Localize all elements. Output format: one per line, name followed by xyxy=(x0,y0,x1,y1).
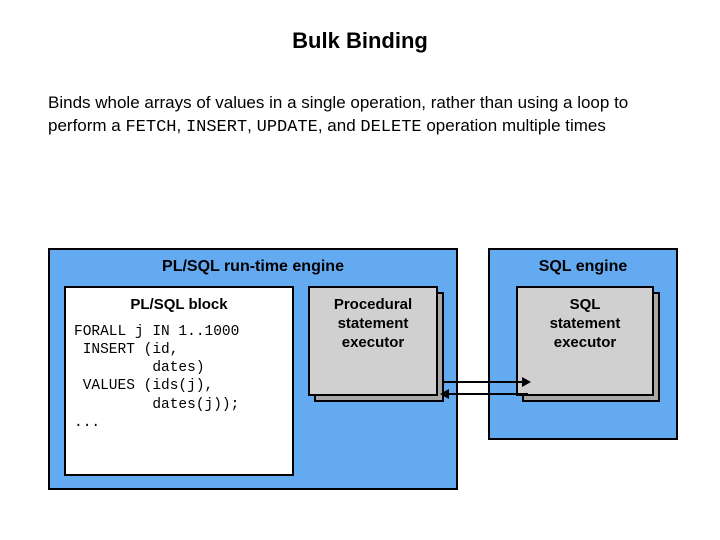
exec-line: statement xyxy=(310,315,436,334)
exec-line: SQL xyxy=(518,296,652,315)
plsql-block-title: PL/SQL block xyxy=(74,296,284,323)
sql-engine-box: SQL engine SQL statement executor xyxy=(488,248,678,440)
desc-part: operation multiple times xyxy=(422,116,606,135)
exec-line: executor xyxy=(310,334,436,353)
procedural-executor-label: Procedural statement executor xyxy=(308,286,438,396)
plsql-code-block: PL/SQL block FORALL j IN 1..1000 INSERT … xyxy=(64,286,294,476)
keyword-delete: DELETE xyxy=(360,118,421,137)
arrow-left-icon xyxy=(448,393,528,395)
exec-line: executor xyxy=(518,334,652,353)
sql-engine-title: SQL engine xyxy=(490,250,676,282)
plsql-code: FORALL j IN 1..1000 INSERT (id, dates) V… xyxy=(74,323,284,432)
keyword-insert: INSERT xyxy=(186,118,247,137)
exec-line: Procedural xyxy=(310,296,436,315)
keyword-update: UPDATE xyxy=(257,118,318,137)
desc-part: , and xyxy=(318,116,361,135)
bidirectional-arrows xyxy=(443,378,533,408)
plsql-engine-title: PL/SQL run-time engine xyxy=(50,250,456,282)
exec-line: statement xyxy=(518,315,652,334)
arrow-right-icon xyxy=(443,381,523,383)
sql-executor-label: SQL statement executor xyxy=(516,286,654,396)
page-title: Bulk Binding xyxy=(0,0,720,54)
desc-part: , xyxy=(247,116,256,135)
plsql-engine-box: PL/SQL run-time engine PL/SQL block FORA… xyxy=(48,248,458,490)
keyword-fetch: FETCH xyxy=(125,118,176,137)
desc-part: , xyxy=(177,116,186,135)
description-text: Binds whole arrays of values in a single… xyxy=(0,54,720,140)
sql-executor-box: SQL statement executor xyxy=(516,286,654,396)
procedural-executor-box: Procedural statement executor xyxy=(308,286,438,396)
